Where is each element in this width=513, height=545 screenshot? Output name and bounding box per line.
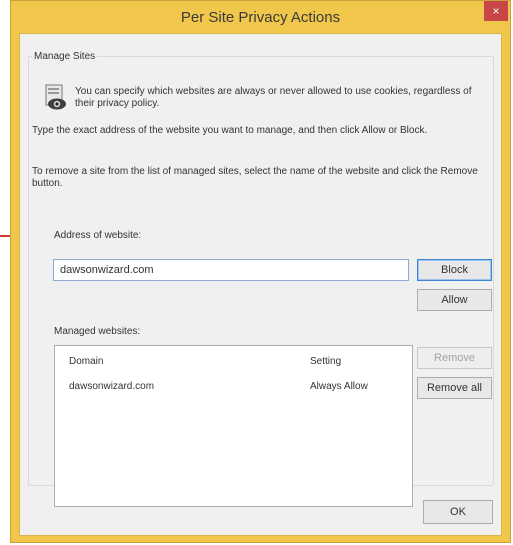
- row-setting: Always Allow: [310, 381, 368, 392]
- info-text: You can specify which websites are alway…: [75, 86, 472, 109]
- title-bar: Per Site Privacy Actions ×: [11, 1, 510, 33]
- allow-button[interactable]: Allow: [417, 289, 492, 311]
- remove-button[interactable]: Remove: [417, 347, 492, 369]
- setting-column-header[interactable]: Setting: [310, 356, 341, 367]
- manage-sites-label: Manage Sites: [32, 51, 98, 62]
- dialog-window: Per Site Privacy Actions × Manage Sites …: [10, 0, 511, 543]
- ok-button[interactable]: OK: [423, 500, 493, 524]
- close-button[interactable]: ×: [484, 1, 508, 21]
- window-title: Per Site Privacy Actions: [180, 9, 341, 26]
- address-label: Address of website:: [54, 230, 142, 241]
- row-domain: dawsonwizard.com: [69, 381, 155, 392]
- block-button[interactable]: Block: [417, 259, 492, 281]
- domain-column-header[interactable]: Domain: [69, 356, 103, 367]
- managed-websites-label: Managed websites:: [54, 326, 141, 337]
- address-input[interactable]: dawsonwizard.com: [53, 259, 409, 281]
- remove-instructions: To remove a site from the list of manage…: [32, 166, 478, 189]
- managed-websites-list[interactable]: Domain Setting dawsonwizard.com Always A…: [54, 345, 413, 507]
- dialog-body: Manage Sites You can specify which websi…: [19, 33, 502, 536]
- type-instructions: Type the exact address of the website yo…: [32, 125, 428, 136]
- remove-all-button[interactable]: Remove all: [417, 377, 492, 399]
- privacy-shield-icon: [45, 84, 66, 110]
